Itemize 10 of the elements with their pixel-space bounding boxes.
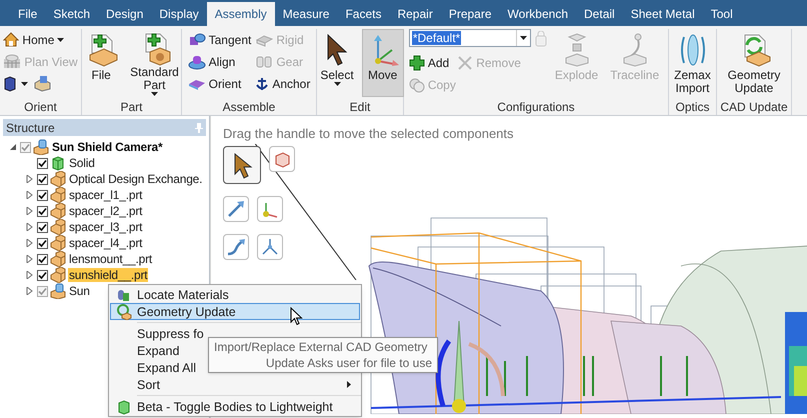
group-label: Optics — [674, 99, 710, 115]
group-label: Orient — [23, 99, 58, 115]
group-label: Edit — [348, 99, 372, 115]
tooltip-text: Update Asks user for file to use — [266, 355, 432, 371]
panel-title: Structure — [6, 120, 55, 136]
group-label: CAD Update — [719, 99, 789, 115]
tooltip-text: Import/Replace External CAD Geometry — [214, 339, 428, 355]
group-label: Part — [119, 99, 144, 115]
group-label: Configurations — [496, 99, 576, 115]
group-label: Assemble — [222, 99, 276, 115]
